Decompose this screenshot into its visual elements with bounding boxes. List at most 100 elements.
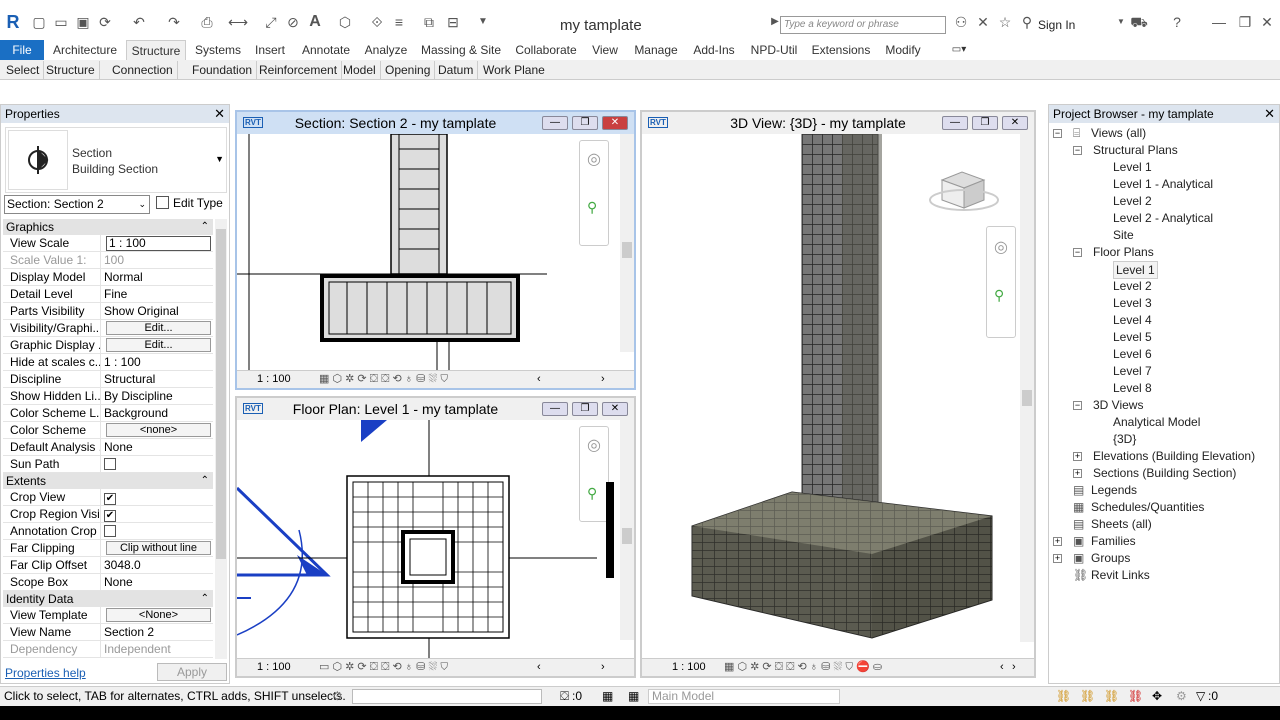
scroll-left-icon[interactable]: ‹: [537, 371, 541, 388]
browser-node[interactable]: Sections (Building Section): [1093, 465, 1236, 481]
redo-icon[interactable]: ↷: [165, 14, 183, 30]
section-view-titlebar[interactable]: RVT Section: Section 2 - my tamplate — ❐…: [237, 112, 634, 134]
tab-collaborate[interactable]: Collaborate: [512, 40, 580, 60]
3d-model-drawing[interactable]: [642, 134, 1022, 660]
qat-dropdown-icon[interactable]: ▼: [474, 14, 492, 30]
browser-node[interactable]: Level 7: [1113, 363, 1152, 379]
filter-icon[interactable]: ▽: [1196, 687, 1205, 706]
property-row[interactable]: View Name Section 2: [3, 624, 213, 641]
section-identity[interactable]: Identity Data ⌃: [3, 591, 213, 607]
zoom-icon[interactable]: ⚲: [587, 199, 597, 216]
minimize-icon[interactable]: —: [942, 116, 968, 130]
property-row[interactable]: Parts Visibility Show Original: [3, 303, 213, 320]
property-row[interactable]: Default Analysis ... None: [3, 439, 213, 456]
panel-model[interactable]: Model: [343, 61, 381, 79]
design-options-icon[interactable]: ▦: [602, 687, 613, 706]
section-drawing[interactable]: [237, 134, 622, 370]
expand-icon[interactable]: +: [1053, 554, 1062, 563]
browser-node[interactable]: Level 8: [1113, 380, 1152, 396]
tab-architecture[interactable]: Architecture: [50, 40, 120, 60]
3d-view-window[interactable]: RVT 3D View: {3D} - my tamplate — ❐ ✕ ◎ ⚲…: [640, 110, 1036, 678]
property-value[interactable]: Structural: [101, 371, 213, 387]
collapse-icon[interactable]: −: [1053, 129, 1062, 138]
zoom-icon[interactable]: ⚲: [994, 287, 1004, 304]
property-value[interactable]: [101, 523, 213, 539]
properties-help-link[interactable]: Properties help: [5, 666, 86, 680]
instance-selector[interactable]: Section: Section 2 ⌄: [4, 195, 150, 214]
link-select-icon[interactable]: ⛓: [1056, 687, 1071, 706]
view-controls-icons[interactable]: ▦ ⬡ ✲ ⟳ ⛋ ⛋ ⟲ ♁ ⛁ ⛆ ⛉: [319, 371, 448, 388]
property-value[interactable]: Section 2: [101, 624, 213, 640]
property-value[interactable]: <none>: [101, 422, 213, 438]
edit-type-button[interactable]: Edit Type: [156, 196, 223, 210]
expand-icon[interactable]: +: [1073, 452, 1082, 461]
property-checkbox[interactable]: ✔: [104, 493, 116, 505]
scroll-left-icon[interactable]: ‹: [1000, 659, 1004, 676]
tab-annotate[interactable]: Annotate: [298, 40, 354, 60]
scroll-left-icon[interactable]: ‹: [537, 659, 541, 676]
property-value[interactable]: Independent: [101, 641, 213, 657]
vertical-scrollbar[interactable]: [1020, 134, 1034, 642]
open-icon[interactable]: ▭: [52, 14, 70, 30]
browser-node[interactable]: Level 1: [1113, 261, 1158, 279]
browser-node[interactable]: Level 2: [1113, 278, 1152, 294]
underlay-select-icon[interactable]: ⛓: [1080, 687, 1095, 706]
property-row[interactable]: Dependency Independent: [3, 641, 213, 658]
close-icon[interactable]: ✕: [602, 116, 628, 130]
property-value[interactable]: 100: [101, 252, 213, 268]
navigation-bar[interactable]: ◎ ⚲: [579, 140, 609, 246]
view-scale[interactable]: 1 : 100: [257, 659, 291, 676]
property-row[interactable]: Hide at scales c... 1 : 100: [3, 354, 213, 371]
property-row[interactable]: Discipline Structural: [3, 371, 213, 388]
thin-lines-icon[interactable]: ≡: [390, 14, 408, 30]
property-row[interactable]: Sun Path: [3, 456, 213, 473]
help-icon[interactable]: ?: [1168, 14, 1186, 30]
browser-node[interactable]: Level 1: [1113, 159, 1152, 175]
design-option-dropdown[interactable]: Main Model: [648, 689, 840, 704]
workset-dropdown[interactable]: [352, 689, 542, 704]
property-value[interactable]: 3048.0: [101, 557, 213, 573]
collapse-icon[interactable]: −: [1073, 146, 1082, 155]
subscription-icon[interactable]: ✕: [974, 14, 992, 30]
property-value[interactable]: ✔: [101, 489, 213, 505]
property-value[interactable]: None: [101, 439, 213, 455]
browser-node[interactable]: 3D Views: [1093, 397, 1143, 413]
minimize-app-icon[interactable]: —: [1210, 14, 1228, 30]
property-row[interactable]: Show Hidden Li... By Discipline: [3, 388, 213, 405]
panel-reinforcement[interactable]: Reinforcement: [259, 61, 343, 79]
property-row[interactable]: Color Scheme L... Background: [3, 405, 213, 422]
tag-icon[interactable]: ⊘: [284, 14, 302, 30]
pinned-select-icon[interactable]: ⛓: [1104, 687, 1119, 706]
type-dropdown-icon[interactable]: ▼: [215, 154, 224, 164]
restore-icon[interactable]: ❐: [572, 402, 598, 416]
browser-node[interactable]: Analytical Model: [1113, 414, 1200, 430]
property-value[interactable]: None: [101, 574, 213, 590]
tab-extensions[interactable]: Extensions: [810, 40, 872, 60]
plan-view-window[interactable]: RVT Floor Plan: Level 1 - my tamplate — …: [235, 396, 636, 678]
properties-scrollbar[interactable]: [215, 219, 227, 659]
browser-node[interactable]: Floor Plans: [1093, 244, 1154, 260]
expand-icon[interactable]: +: [1053, 537, 1062, 546]
panel-work-plane[interactable]: Work Plane: [483, 61, 549, 79]
dimension-icon[interactable]: ⤢: [262, 14, 280, 30]
apply-button[interactable]: Apply: [157, 663, 227, 681]
steering-wheel-icon[interactable]: ◎: [994, 237, 1008, 257]
browser-node[interactable]: Level 2 - Analytical: [1113, 210, 1213, 226]
tab-structure[interactable]: Structure: [126, 40, 186, 60]
browser-node[interactable]: Legends: [1091, 482, 1137, 498]
property-value[interactable]: Background: [101, 405, 213, 421]
collapse-icon[interactable]: −: [1073, 401, 1082, 410]
binoculars-icon[interactable]: ⚇: [952, 14, 970, 30]
restore-app-icon[interactable]: ❐: [1236, 14, 1254, 30]
panel-opening[interactable]: Opening: [385, 61, 436, 79]
property-value[interactable]: By Discipline: [101, 388, 213, 404]
browser-node[interactable]: Level 2: [1113, 193, 1152, 209]
property-checkbox[interactable]: ✔: [104, 510, 116, 522]
browser-node[interactable]: Families: [1091, 533, 1136, 549]
view-controls-icons[interactable]: ▭ ⬡ ✲ ⟳ ⛋ ⛋ ⟲ ♁ ⛁ ⛆ ⛉: [319, 659, 448, 676]
collapse-icon[interactable]: −: [1073, 248, 1082, 257]
user-icon[interactable]: ⚲: [1018, 14, 1036, 30]
view-cube[interactable]: [929, 171, 999, 211]
restore-icon[interactable]: ❐: [572, 116, 598, 130]
tab-addins[interactable]: Add-Ins: [690, 40, 738, 60]
